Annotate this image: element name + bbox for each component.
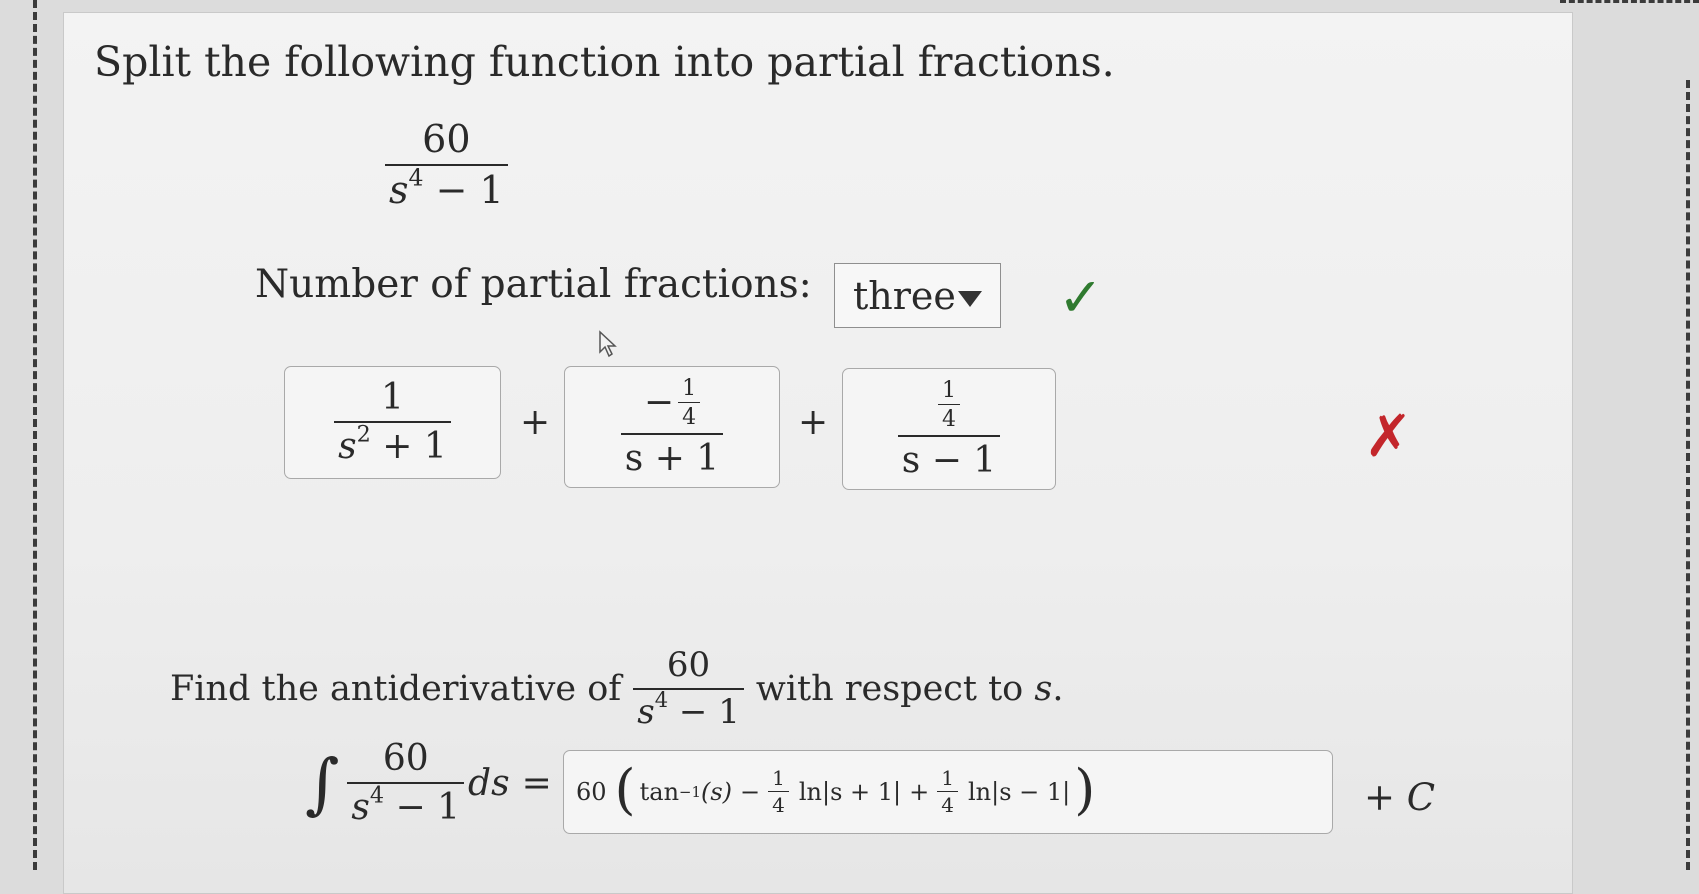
- page-border-top: [1560, 0, 1699, 3]
- function-fraction: 60 s4 − 1: [385, 117, 508, 212]
- check-icon: ✓: [1058, 266, 1104, 329]
- instruction-text: Split the following function into partia…: [94, 38, 1115, 86]
- integral-sign: ∫: [305, 744, 340, 822]
- partial-fraction-input-1[interactable]: 1 s2 + 1: [284, 366, 501, 479]
- plus-constant: + C: [1364, 776, 1436, 819]
- cross-icon: ✗: [1364, 402, 1413, 470]
- dropdown-arrow-icon: [957, 290, 982, 307]
- page-border-left: [33, 0, 37, 870]
- antiderivative-prompt: Find the antiderivative of 60 s4 − 1 wit…: [170, 645, 1064, 732]
- num-partial-dropdown[interactable]: three: [834, 263, 1001, 328]
- dropdown-selected: three: [853, 273, 956, 318]
- plus-sign-2: +: [798, 402, 829, 443]
- page-border-right: [1686, 80, 1690, 870]
- integral-expression: ∫ 60 s4 − 1 ds =: [305, 738, 552, 828]
- partial-fraction-input-2[interactable]: − 1 4 s + 1: [564, 366, 780, 488]
- function-numerator: 60: [422, 117, 471, 161]
- num-partial-label: Number of partial fractions:: [255, 262, 812, 307]
- plus-sign-1: +: [520, 402, 551, 443]
- function-denominator: s4 − 1: [389, 163, 504, 212]
- mouse-cursor-icon: [598, 330, 620, 362]
- antiderivative-input[interactable]: 60 ( tan −1 (s) − 1 4 ln|s + 1| + 1 4 ln|s…: [563, 750, 1333, 834]
- partial-fraction-input-3[interactable]: 1 4 s − 1: [842, 368, 1056, 490]
